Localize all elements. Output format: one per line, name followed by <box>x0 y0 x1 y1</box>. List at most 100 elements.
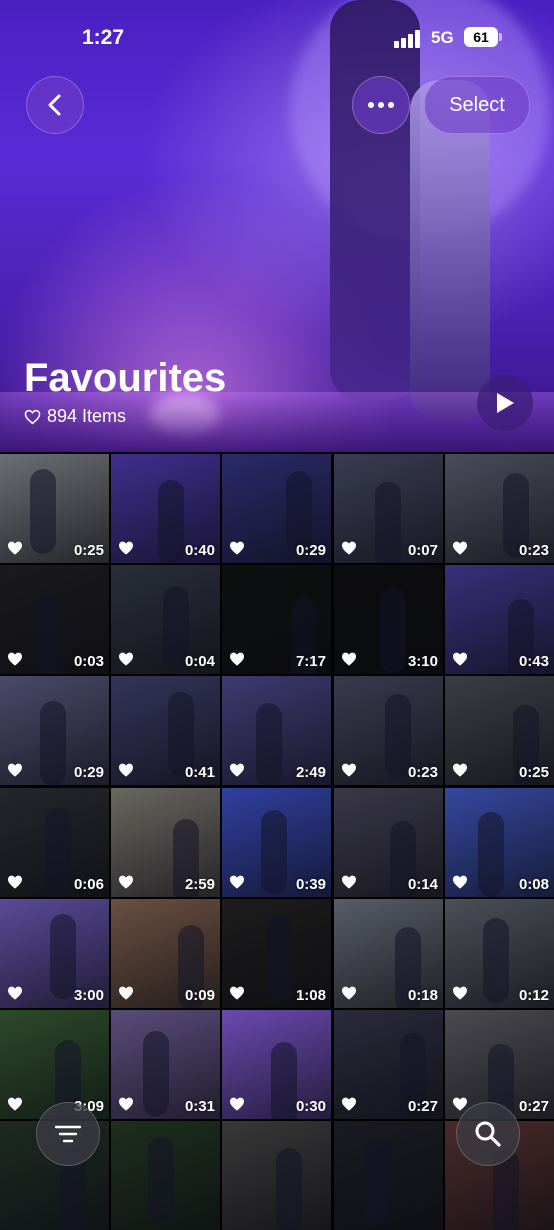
video-duration: 2:49 <box>295 764 326 781</box>
photo-tile[interactable]: 2:59 <box>111 788 220 897</box>
photo-tile[interactable]: 0:39 <box>222 788 331 897</box>
photo-tile[interactable]: 0:27 <box>445 1010 554 1119</box>
video-duration: 0:25 <box>73 542 104 559</box>
photo-tile[interactable]: 0:29 <box>222 454 331 563</box>
video-duration: 0:18 <box>407 987 438 1004</box>
item-count: 894 Items <box>24 406 126 427</box>
photo-tile[interactable]: 0:25 <box>0 454 109 563</box>
photo-tile[interactable] <box>111 1121 220 1230</box>
favourite-heart-icon <box>342 986 356 1000</box>
search-icon <box>475 1121 501 1147</box>
favourite-heart-icon <box>119 1097 133 1111</box>
photo-tile[interactable] <box>334 1121 443 1230</box>
video-duration: 2:59 <box>184 876 215 893</box>
favourite-heart-icon <box>8 652 22 666</box>
photo-tile[interactable] <box>222 1121 331 1230</box>
favourite-heart-icon <box>453 652 467 666</box>
video-duration: 0:27 <box>518 1098 549 1115</box>
photo-tile[interactable]: 0:30 <box>222 1010 331 1119</box>
photo-tile[interactable]: 0:25 <box>445 676 554 785</box>
photo-subject <box>266 916 292 1001</box>
photo-tile[interactable]: 0:29 <box>0 676 109 785</box>
more-button[interactable] <box>352 76 410 134</box>
favourite-heart-icon <box>230 875 244 889</box>
photo-tile[interactable]: 0:23 <box>334 676 443 785</box>
photo-subject <box>148 1137 174 1222</box>
video-duration: 0:30 <box>295 1098 326 1115</box>
video-duration: 0:12 <box>518 987 549 1004</box>
photo-tile[interactable]: 0:41 <box>111 676 220 785</box>
photo-tile[interactable]: 0:08 <box>445 788 554 897</box>
video-duration: 0:04 <box>184 653 215 670</box>
photo-tile[interactable]: 0:18 <box>334 899 443 1008</box>
favourite-heart-icon <box>342 541 356 555</box>
battery-icon: 61 <box>464 27 498 47</box>
photo-subject <box>256 703 282 785</box>
photo-tile[interactable]: 0:03 <box>0 565 109 674</box>
photo-tile[interactable]: 0:04 <box>111 565 220 674</box>
video-duration: 0:06 <box>73 876 104 893</box>
video-duration: 0:31 <box>184 1098 215 1115</box>
video-duration: 0:39 <box>295 876 326 893</box>
filter-button[interactable] <box>36 1102 100 1166</box>
favourite-heart-icon <box>230 541 244 555</box>
ellipsis-icon <box>368 102 394 108</box>
photo-tile[interactable]: 0:09 <box>111 899 220 1008</box>
photo-subject <box>276 1148 302 1230</box>
favourite-heart-icon <box>342 1097 356 1111</box>
item-count-label: 894 Items <box>47 406 127 426</box>
favourite-heart-icon <box>8 1097 22 1111</box>
favourite-heart-icon <box>119 652 133 666</box>
favourite-heart-icon <box>8 875 22 889</box>
favourite-heart-icon <box>453 541 467 555</box>
photo-tile[interactable]: 3:09 <box>0 1010 109 1119</box>
favourite-heart-icon <box>230 986 244 1000</box>
photo-subject <box>261 810 287 895</box>
photo-tile[interactable]: 0:06 <box>0 788 109 897</box>
photo-tile[interactable]: 0:14 <box>334 788 443 897</box>
photo-subject <box>365 1139 391 1224</box>
photo-tile[interactable]: 3:00 <box>0 899 109 1008</box>
album-cover-hero: 1:27 5G 61 Select Favourites 894 Items <box>0 0 554 452</box>
photo-subject <box>478 812 504 897</box>
favourite-heart-icon <box>8 763 22 777</box>
video-duration: 0:23 <box>407 764 438 781</box>
photo-subject <box>50 914 76 999</box>
photo-tile[interactable]: 0:43 <box>445 565 554 674</box>
select-button[interactable]: Select <box>424 76 530 134</box>
favourite-heart-icon <box>8 541 22 555</box>
chevron-left-icon <box>48 94 61 116</box>
favourite-heart-icon <box>119 875 133 889</box>
photo-tile[interactable]: 2:49 <box>222 676 331 785</box>
favourite-heart-icon <box>342 875 356 889</box>
video-duration: 0:27 <box>407 1098 438 1115</box>
favourite-heart-icon <box>342 652 356 666</box>
play-slideshow-button[interactable] <box>477 375 533 431</box>
photo-tile[interactable]: 7:17 <box>222 565 331 674</box>
favourite-heart-icon <box>8 986 22 1000</box>
photo-tile[interactable]: 0:23 <box>445 454 554 563</box>
photo-subject <box>30 469 56 554</box>
video-duration: 0:23 <box>518 542 549 559</box>
photo-subject <box>35 595 61 674</box>
performer-silhouette <box>330 0 420 400</box>
video-duration: 0:09 <box>184 987 215 1004</box>
photo-tile[interactable]: 0:07 <box>334 454 443 563</box>
photo-tile[interactable]: 0:31 <box>111 1010 220 1119</box>
photo-tile[interactable]: 3:10 <box>334 565 443 674</box>
photo-tile[interactable]: 0:12 <box>445 899 554 1008</box>
favourite-heart-icon <box>119 541 133 555</box>
video-duration: 1:08 <box>295 987 326 1004</box>
photo-tile[interactable]: 0:40 <box>111 454 220 563</box>
search-button[interactable] <box>456 1102 520 1166</box>
video-duration: 0:40 <box>184 542 215 559</box>
battery-tip <box>499 33 502 41</box>
photo-tile[interactable]: 1:08 <box>222 899 331 1008</box>
video-duration: 0:29 <box>295 542 326 559</box>
photo-tile[interactable]: 0:27 <box>334 1010 443 1119</box>
favourite-heart-icon <box>230 652 244 666</box>
back-button[interactable] <box>26 76 84 134</box>
video-duration: 3:00 <box>73 987 104 1004</box>
favourite-heart-icon <box>453 875 467 889</box>
photo-subject <box>271 1042 297 1119</box>
